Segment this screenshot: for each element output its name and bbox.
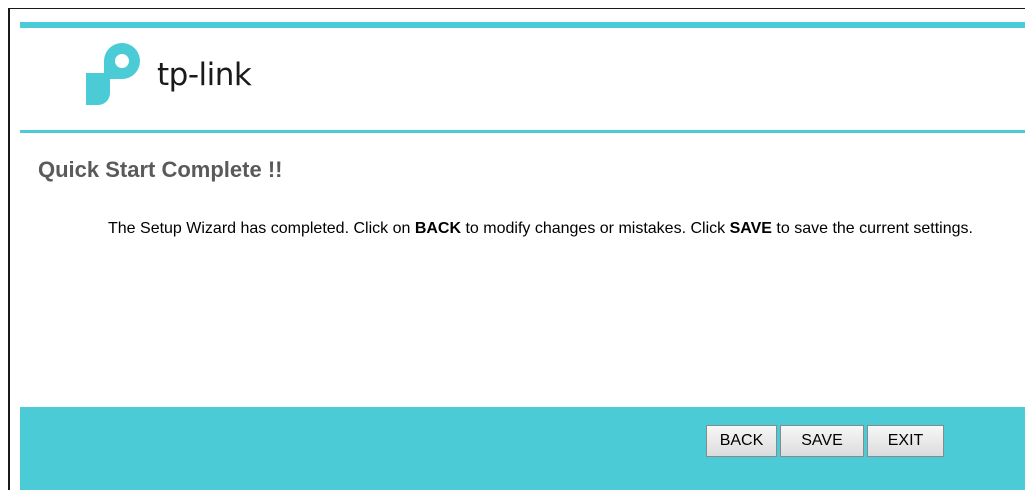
message-text-1: The Setup Wizard has completed. Click on — [108, 220, 415, 237]
top-accent-bar — [20, 22, 1025, 28]
message-save-keyword: SAVE — [729, 220, 772, 237]
page-title: Quick Start Complete !! — [38, 157, 283, 182]
wizard-button-group: BACK SAVE EXIT — [706, 425, 944, 457]
message-text-3: to save the current settings. — [771, 220, 973, 237]
back-button[interactable]: BACK — [706, 425, 777, 457]
exit-button[interactable]: EXIT — [867, 425, 944, 457]
save-button[interactable]: SAVE — [780, 425, 864, 457]
message-back-keyword: BACK — [414, 220, 462, 237]
message-text-2: to modify changes or mistakes. Click — [461, 220, 730, 237]
header-divider — [20, 130, 1025, 133]
wizard-frame: tp-link Quick Start Complete !! The Setu… — [8, 8, 1025, 490]
tp-link-logo-icon — [86, 43, 140, 105]
brand-logo: tp-link — [80, 37, 310, 107]
completion-message: The Setup Wizard has completed. Click on… — [108, 219, 1023, 238]
brand-name: tp-link — [157, 57, 252, 93]
